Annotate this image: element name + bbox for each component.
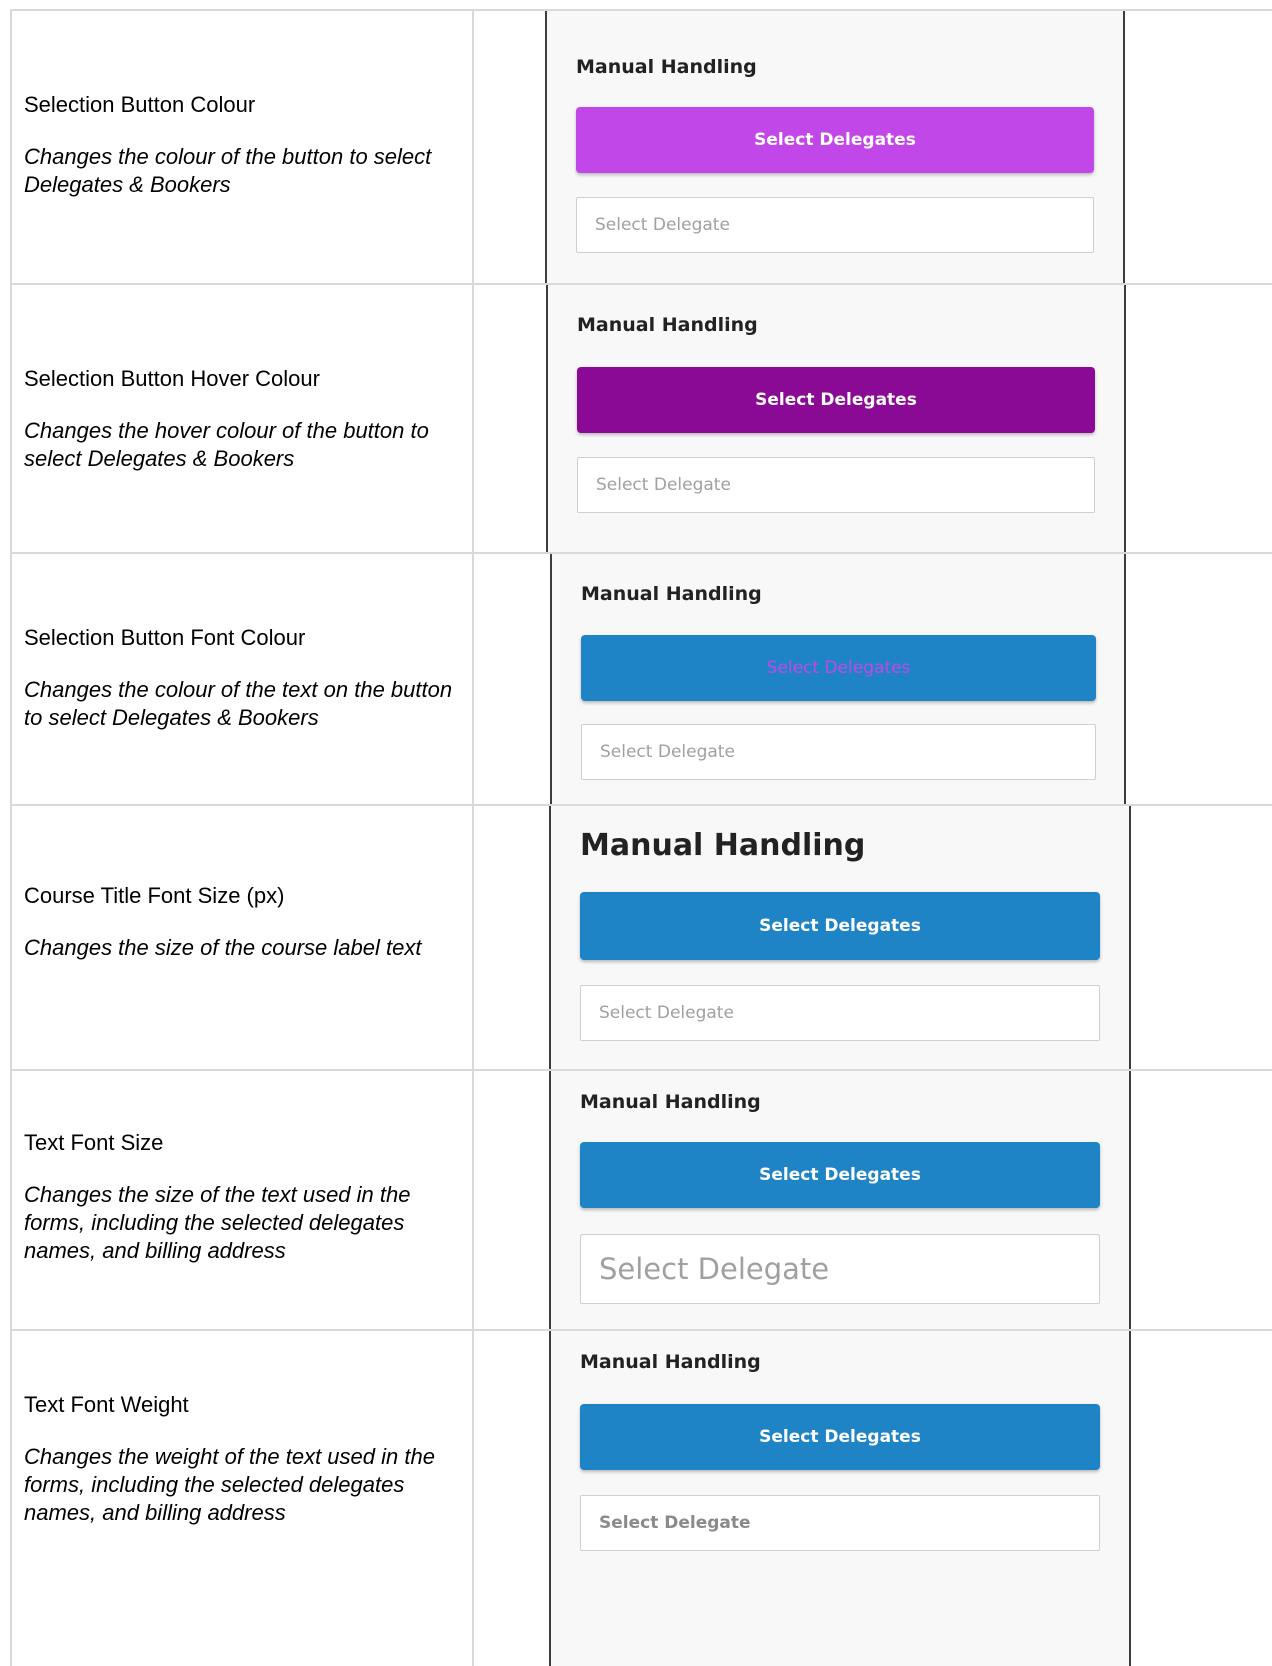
setting-row-text-font-weight: Text Font Weight Changes the weight of t… xyxy=(0,1331,1272,1666)
select-delegates-button[interactable]: Select Delegates xyxy=(580,892,1100,960)
course-title: Manual Handling xyxy=(581,583,762,605)
preview-edge xyxy=(546,285,548,552)
preview-screenshot: Manual Handling Select Delegates Select … xyxy=(550,1071,1130,1329)
setting-description-cell: Selection Button Font Colour Changes the… xyxy=(24,624,464,732)
preview-edge xyxy=(545,11,547,283)
preview-edge xyxy=(549,1331,551,1666)
preview-edge xyxy=(1129,1071,1131,1329)
preview-edge xyxy=(1123,11,1125,283)
setting-name: Text Font Weight xyxy=(24,1392,189,1417)
setting-description-cell: Selection Button Colour Changes the colo… xyxy=(24,91,464,199)
preview-edge xyxy=(1129,806,1131,1069)
select-delegate-input[interactable]: Select Delegate xyxy=(576,197,1094,253)
setting-description: Changes the colour of the button to sele… xyxy=(24,144,432,197)
setting-row-selection-button-colour: Selection Button Colour Changes the colo… xyxy=(0,11,1272,283)
setting-description: Changes the colour of the text on the bu… xyxy=(24,677,453,730)
setting-description-cell: Text Font Weight Changes the weight of t… xyxy=(24,1391,464,1527)
preview-edge xyxy=(549,1071,551,1329)
preview-edge xyxy=(1124,285,1126,552)
preview-screenshot: Manual Handling Select Delegates Select … xyxy=(547,285,1125,552)
select-delegates-button[interactable]: Select Delegates xyxy=(581,635,1096,701)
course-title: Manual Handling xyxy=(580,828,866,863)
setting-name: Selection Button Hover Colour xyxy=(24,366,320,391)
preview-edge xyxy=(550,554,552,804)
preview-screenshot: Manual Handling Select Delegates Select … xyxy=(550,806,1130,1069)
preview-screenshot: Manual Handling Select Delegates Select … xyxy=(551,554,1125,804)
preview-edge xyxy=(1129,1331,1131,1666)
course-title: Manual Handling xyxy=(577,314,758,336)
setting-description-cell: Selection Button Hover Colour Changes th… xyxy=(24,365,464,473)
course-title: Manual Handling xyxy=(576,56,757,78)
course-title: Manual Handling xyxy=(580,1351,761,1373)
setting-name: Selection Button Colour xyxy=(24,92,256,117)
preview-screenshot: Manual Handling Select Delegates Select … xyxy=(546,11,1124,283)
select-delegates-button[interactable]: Select Delegates xyxy=(580,1142,1100,1208)
setting-name: Selection Button Font Colour xyxy=(24,625,306,650)
preview-edge xyxy=(549,806,551,1069)
setting-row-selection-button-font-colour: Selection Button Font Colour Changes the… xyxy=(0,554,1272,804)
setting-description: Changes the size of the course label tex… xyxy=(24,935,422,960)
setting-name: Course Title Font Size (px) xyxy=(24,883,285,908)
course-title: Manual Handling xyxy=(580,1091,761,1113)
setting-description: Changes the hover colour of the button t… xyxy=(24,418,429,471)
setting-row-course-title-font-size: Course Title Font Size (px) Changes the … xyxy=(0,806,1272,1069)
preview-edge xyxy=(1124,554,1126,804)
setting-name: Text Font Size xyxy=(24,1130,164,1155)
preview-screenshot: Manual Handling Select Delegates Select … xyxy=(550,1331,1130,1666)
select-delegate-input[interactable]: Select Delegate xyxy=(581,724,1096,780)
setting-description: Changes the size of the text used in the… xyxy=(24,1182,411,1263)
select-delegate-input[interactable]: Select Delegate xyxy=(580,1234,1100,1304)
select-delegate-input[interactable]: Select Delegate xyxy=(580,1495,1100,1551)
select-delegate-input[interactable]: Select Delegate xyxy=(580,985,1100,1041)
setting-row-text-font-size: Text Font Size Changes the size of the t… xyxy=(0,1071,1272,1329)
select-delegates-button[interactable]: Select Delegates xyxy=(576,107,1094,173)
setting-row-selection-button-hover-colour: Selection Button Hover Colour Changes th… xyxy=(0,285,1272,552)
setting-description-cell: Course Title Font Size (px) Changes the … xyxy=(24,882,464,962)
select-delegates-button[interactable]: Select Delegates xyxy=(580,1404,1100,1470)
setting-description-cell: Text Font Size Changes the size of the t… xyxy=(24,1129,464,1265)
setting-description: Changes the weight of the text used in t… xyxy=(24,1444,435,1525)
select-delegates-button[interactable]: Select Delegates xyxy=(577,367,1095,433)
select-delegate-input[interactable]: Select Delegate xyxy=(577,457,1095,513)
